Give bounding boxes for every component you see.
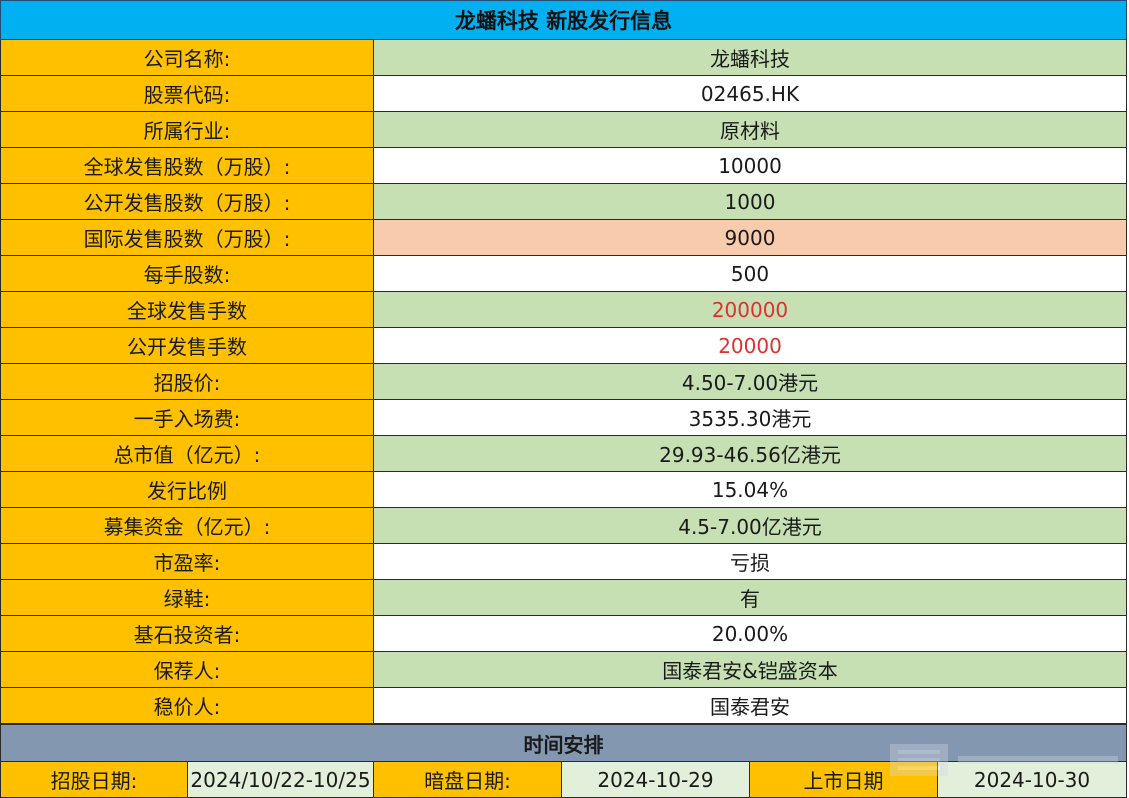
row-value: 20000	[374, 328, 1127, 363]
info-table: 公司名称: 龙蟠科技 股票代码: 02465.HK 所属行业: 原材料 全球发售…	[0, 40, 1127, 724]
row-label: 保荐人:	[0, 652, 374, 687]
row-label: 每手股数:	[0, 256, 374, 291]
listing-date-value: 2024-10-30	[938, 762, 1127, 798]
row-label: 稳价人:	[0, 688, 374, 723]
row-value: 有	[374, 580, 1127, 615]
subscription-date-value: 2024/10/22-10/25	[188, 762, 374, 798]
table-row: 国际发售股数（万股）: 9000	[0, 220, 1127, 256]
schedule-row: 招股日期: 2024/10/22-10/25 暗盘日期: 2024-10-29 …	[0, 762, 1127, 798]
table-row: 绿鞋: 有	[0, 580, 1127, 616]
row-value: 国泰君安	[374, 688, 1127, 723]
table-row: 发行比例 15.04%	[0, 472, 1127, 508]
ipo-info-sheet: 龙蟠科技 新股发行信息 公司名称: 龙蟠科技 股票代码: 02465.HK 所属…	[0, 0, 1129, 798]
row-label: 招股价:	[0, 364, 374, 399]
row-value: 国泰君安&铠盛资本	[374, 652, 1127, 687]
table-row: 全球发售手数 200000	[0, 292, 1127, 328]
grey-market-date-value: 2024-10-29	[562, 762, 750, 798]
table-row: 公开发售手数 20000	[0, 328, 1127, 364]
row-label: 所属行业:	[0, 112, 374, 147]
table-row: 所属行业: 原材料	[0, 112, 1127, 148]
listing-date-label: 上市日期	[750, 762, 938, 798]
row-label: 市盈率:	[0, 544, 374, 579]
row-value: 4.50-7.00港元	[374, 364, 1127, 399]
row-value: 1000	[374, 184, 1127, 219]
table-row: 公司名称: 龙蟠科技	[0, 40, 1127, 76]
table-row: 募集资金（亿元）: 4.5-7.00亿港元	[0, 508, 1127, 544]
row-value: 龙蟠科技	[374, 40, 1127, 75]
table-row: 基石投资者: 20.00%	[0, 616, 1127, 652]
row-label: 总市值（亿元）:	[0, 436, 374, 471]
row-value: 29.93-46.56亿港元	[374, 436, 1127, 471]
row-label: 全球发售手数	[0, 292, 374, 327]
sheet-title: 龙蟠科技 新股发行信息	[0, 0, 1127, 40]
table-row: 招股价: 4.50-7.00港元	[0, 364, 1127, 400]
table-row: 稳价人: 国泰君安	[0, 688, 1127, 724]
table-row: 股票代码: 02465.HK	[0, 76, 1127, 112]
grey-market-date-label: 暗盘日期:	[374, 762, 562, 798]
row-label: 募集资金（亿元）:	[0, 508, 374, 543]
row-value: 02465.HK	[374, 76, 1127, 111]
row-value: 9000	[374, 220, 1127, 255]
table-row: 全球发售股数（万股）: 10000	[0, 148, 1127, 184]
row-value: 3535.30港元	[374, 400, 1127, 435]
row-label: 绿鞋:	[0, 580, 374, 615]
schedule-section-title: 时间安排	[0, 724, 1127, 762]
row-value: 20.00%	[374, 616, 1127, 651]
row-label: 基石投资者:	[0, 616, 374, 651]
row-label: 公开发售手数	[0, 328, 374, 363]
table-row: 保荐人: 国泰君安&铠盛资本	[0, 652, 1127, 688]
row-label: 国际发售股数（万股）:	[0, 220, 374, 255]
table-row: 市盈率: 亏损	[0, 544, 1127, 580]
row-value: 4.5-7.00亿港元	[374, 508, 1127, 543]
row-value: 原材料	[374, 112, 1127, 147]
subscription-date-label: 招股日期:	[0, 762, 188, 798]
table-row: 每手股数: 500	[0, 256, 1127, 292]
row-value: 亏损	[374, 544, 1127, 579]
row-value: 200000	[374, 292, 1127, 327]
table-row: 公开发售股数（万股）: 1000	[0, 184, 1127, 220]
row-value: 500	[374, 256, 1127, 291]
row-value: 15.04%	[374, 472, 1127, 507]
row-label: 公司名称:	[0, 40, 374, 75]
row-label: 一手入场费:	[0, 400, 374, 435]
row-label: 全球发售股数（万股）:	[0, 148, 374, 183]
table-row: 一手入场费: 3535.30港元	[0, 400, 1127, 436]
row-value: 10000	[374, 148, 1127, 183]
row-label: 股票代码:	[0, 76, 374, 111]
row-label: 公开发售股数（万股）:	[0, 184, 374, 219]
row-label: 发行比例	[0, 472, 374, 507]
table-row: 总市值（亿元）: 29.93-46.56亿港元	[0, 436, 1127, 472]
